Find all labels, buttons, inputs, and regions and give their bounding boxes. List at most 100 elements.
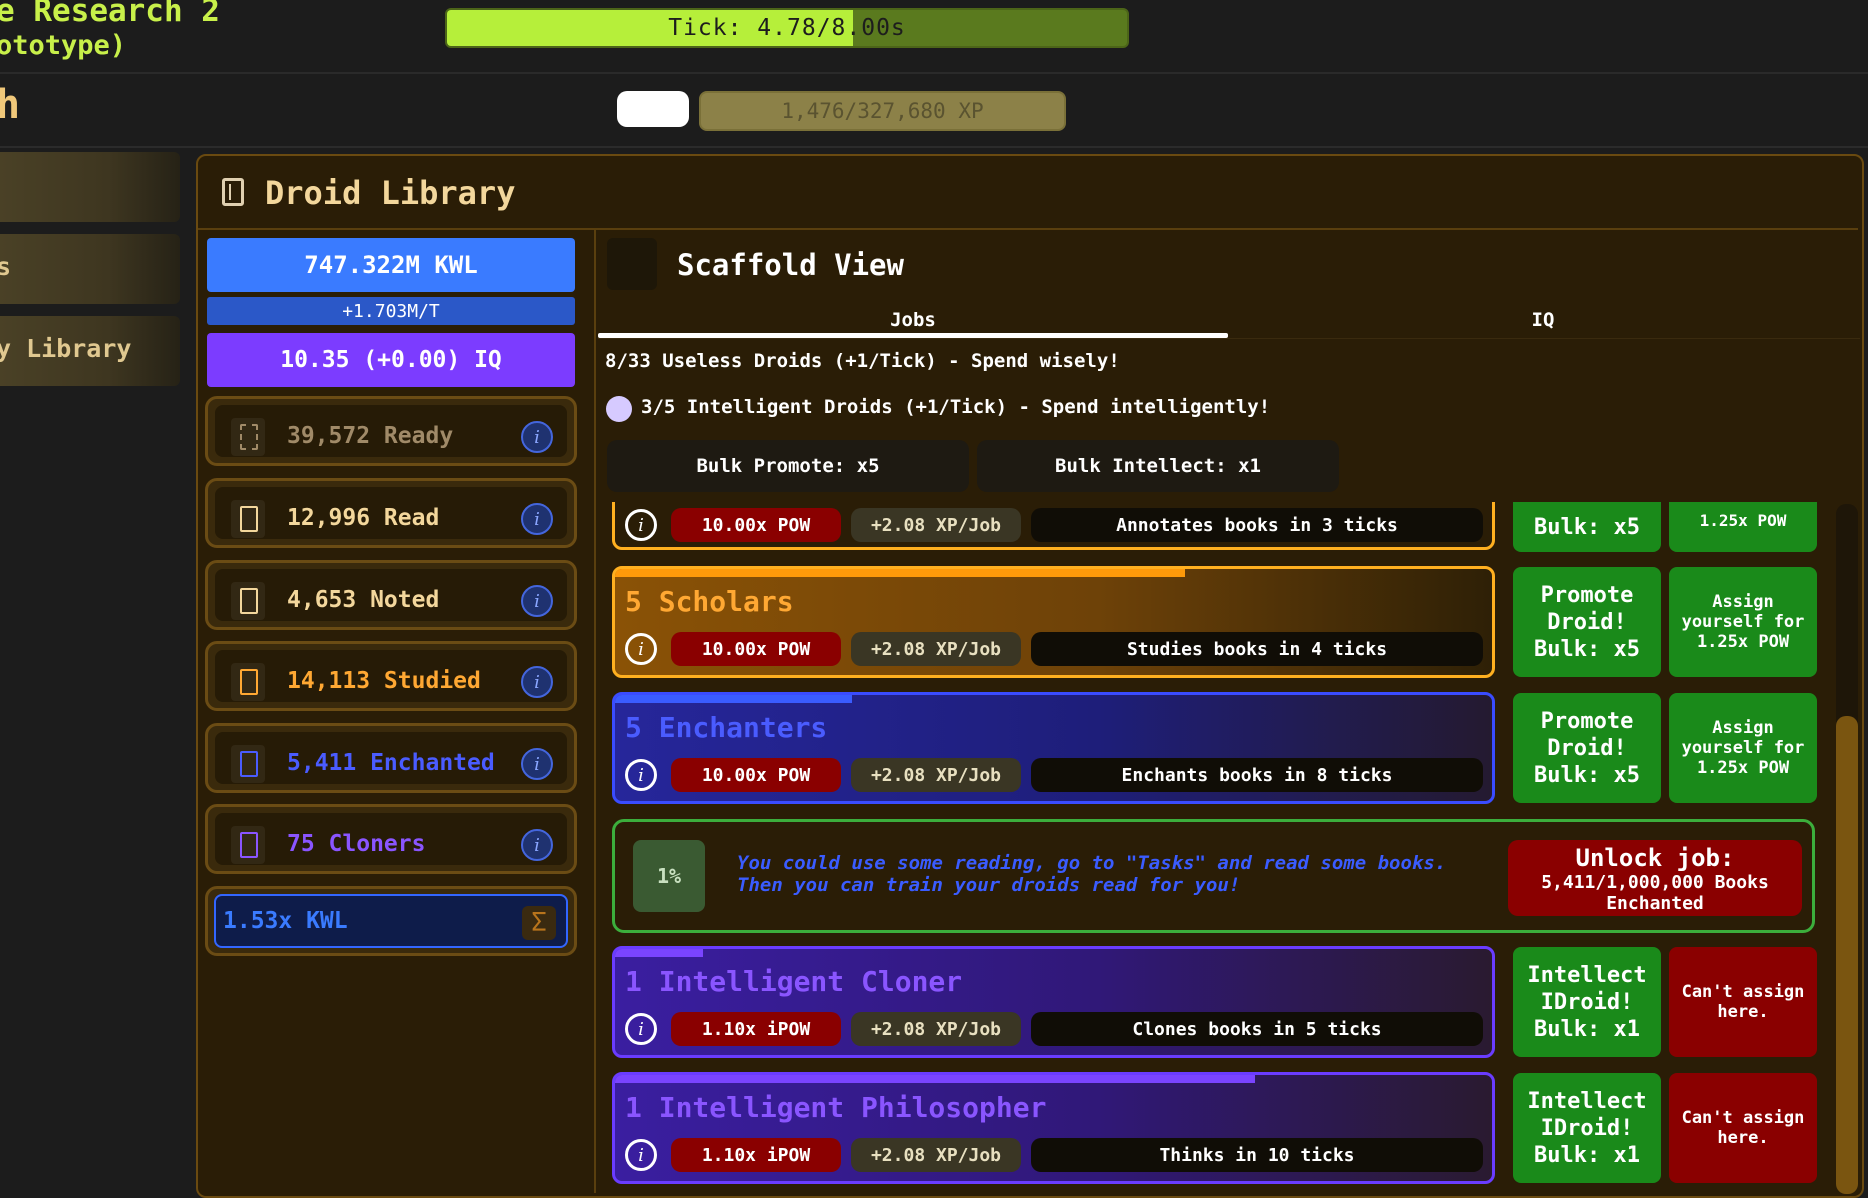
promote-droid-button[interactable]: Promote Droid! Bulk: x5: [1513, 693, 1661, 803]
page-glyph: [240, 588, 258, 614]
bulk-intellect-button[interactable]: Bulk Intellect: x1: [977, 440, 1339, 492]
resource-row: 14,113 Studied i: [205, 641, 577, 711]
info-icon[interactable]: i: [521, 666, 553, 698]
pow-badge: 10.00x POW: [671, 632, 841, 666]
resource-label: 14,113 Studied: [287, 668, 481, 694]
info-icon[interactable]: i: [521, 503, 553, 535]
sigma-icon[interactable]: Σ: [522, 906, 556, 940]
assign-yourself-button[interactable]: Assign yourself for 1.25x POW: [1669, 567, 1817, 677]
info-icon[interactable]: i: [625, 509, 657, 541]
resource-label: 75 Cloners: [287, 831, 426, 857]
unlock-job-button[interactable]: Unlock job: 5,411/1,000,000 Books Enchan…: [1508, 840, 1802, 916]
promote-droid-button[interactable]: Bulk: x5: [1513, 502, 1661, 552]
nav-item-label: s: [0, 252, 12, 281]
job-progress: [615, 949, 703, 957]
enchanted-book-icon: [231, 745, 265, 783]
pow-badge: 1.10x iPOW: [671, 1138, 841, 1172]
resource-label: 12,996 Read: [287, 505, 440, 531]
resource-row-inner: 5,411 Enchanted i: [215, 732, 567, 784]
locked-job-hint: 1% You could use some reading, go to "Ta…: [612, 819, 1815, 933]
resource-label: 39,572 Ready: [287, 423, 454, 449]
cant-assign-button[interactable]: Can't assign here.: [1669, 947, 1817, 1057]
info-icon[interactable]: i: [521, 829, 553, 861]
pow-badge: 1.10x iPOW: [671, 1012, 841, 1046]
scaffold-title: Scaffold View: [677, 248, 904, 282]
dashed-page-icon: [231, 418, 265, 456]
promote-droid-button[interactable]: Promote Droid! Bulk: x5: [1513, 567, 1661, 677]
job-row-enchanters: 5 Enchanters i 10.00x POW +2.08 XP/Job E…: [612, 692, 1495, 804]
unlock-title: Unlock job:: [1575, 844, 1735, 872]
unlock-requirement: 5,411/1,000,000 Books Enchanted: [1541, 872, 1769, 914]
job-title: 5 Scholars: [625, 585, 794, 618]
jobs-scrollbar-thumb[interactable]: [1836, 716, 1858, 1194]
info-icon[interactable]: i: [625, 1013, 657, 1045]
useless-droids-text: 8/33 Useless Droids (+1/Tick) - Spend wi…: [605, 350, 1120, 372]
job-title: 1 Intelligent Philosopher: [625, 1091, 1047, 1124]
job-description: Thinks in 10 ticks: [1031, 1138, 1483, 1172]
xp-badge: +2.08 XP/Job: [851, 1012, 1021, 1046]
iq-counter: 10.35 (+0.00) IQ: [207, 333, 575, 387]
resource-row-inner: 4,653 Noted i: [215, 569, 567, 621]
notebook-icon: [231, 582, 265, 620]
kwl-rate: +1.703M/T: [207, 297, 575, 325]
job-progress: [615, 569, 1186, 577]
resource-row: 5,411 Enchanted i: [205, 723, 577, 793]
job-description: Studies books in 4 ticks: [1031, 632, 1483, 666]
page-glyph: [240, 424, 258, 450]
nav-item-label: y Library: [0, 334, 132, 363]
section-title: h: [0, 82, 21, 128]
intellect-droid-button[interactable]: Intellect IDroid! Bulk: x1: [1513, 1073, 1661, 1183]
info-icon[interactable]: i: [521, 748, 553, 780]
info-icon[interactable]: i: [625, 633, 657, 665]
job-row-intelligent-cloner: 1 Intelligent Cloner i 1.10x iPOW +2.08 …: [612, 946, 1495, 1058]
resource-row: 4,653 Noted i: [205, 560, 577, 630]
info-icon[interactable]: i: [625, 1139, 657, 1171]
page-glyph: [240, 751, 258, 777]
assign-yourself-button[interactable]: 1.25x POW: [1669, 502, 1817, 552]
job-progress: [615, 1075, 1256, 1083]
xp-badge: +2.08 XP/Job: [851, 632, 1021, 666]
resource-row-inner: 39,572 Ready i: [215, 405, 567, 457]
checked-book-icon: [231, 500, 265, 538]
xp-badge: +2.08 XP/Job: [851, 1138, 1021, 1172]
game-title: e Research 2: [0, 0, 220, 29]
active-tab-indicator: [598, 333, 1228, 338]
tick-text: Tick: 4.78/8.00s: [668, 15, 906, 41]
assign-yourself-button[interactable]: Assign yourself for 1.25x POW: [1669, 693, 1817, 803]
job-progress: [615, 695, 852, 703]
info-icon[interactable]: i: [625, 759, 657, 791]
resource-row-inner: 75 Cloners i: [215, 813, 567, 865]
magnify-book-icon: [231, 663, 265, 701]
kwl-counter: 747.322M KWL: [207, 238, 575, 292]
intellect-droid-button[interactable]: Intellect IDroid! Bulk: x1: [1513, 947, 1661, 1057]
level-pill[interactable]: [617, 91, 689, 127]
info-icon[interactable]: i: [521, 585, 553, 617]
cant-assign-button[interactable]: Can't assign here.: [1669, 1073, 1817, 1183]
intelligent-droid-dot: [606, 396, 632, 422]
job-title: 1 Intelligent Cloner: [625, 965, 963, 998]
page-glyph: [240, 506, 258, 532]
nav-item-library[interactable]: y Library: [0, 316, 180, 386]
nav-item-2[interactable]: s: [0, 234, 180, 304]
tablet-icon: [231, 826, 265, 864]
info-icon[interactable]: i: [521, 421, 553, 453]
nav-item-1[interactable]: [0, 152, 180, 222]
resource-row-inner: 14,113 Studied i: [215, 650, 567, 702]
scaffold-icon: [607, 238, 657, 290]
intelligent-droids-text: 3/5 Intelligent Droids (+1/Tick) - Spend…: [641, 396, 1271, 418]
job-description: Annotates books in 3 ticks: [1031, 508, 1483, 542]
job-description: Clones books in 5 ticks: [1031, 1012, 1483, 1046]
job-row: i 10.00x POW +2.08 XP/Job Annotates book…: [612, 502, 1495, 550]
job-row-scholars: 5 Scholars i 10.00x POW +2.08 XP/Job Stu…: [612, 566, 1495, 678]
resource-row: 39,572 Ready i: [205, 396, 577, 466]
left-nav: s y Library: [0, 152, 190, 1195]
game-subtitle: ototype): [0, 30, 127, 61]
page-glyph: [240, 669, 258, 695]
bulk-promote-button[interactable]: Bulk Promote: x5: [607, 440, 969, 492]
pow-badge: 10.00x POW: [671, 758, 841, 792]
pow-badge: 10.00x POW: [671, 508, 841, 542]
resource-row-inner: 12,996 Read i: [215, 487, 567, 539]
tick-progress-bar: Tick: 4.78/8.00s: [445, 8, 1129, 48]
tab-iq[interactable]: IQ: [1228, 300, 1858, 340]
xp-bar: 1,476/327,680 XP: [699, 91, 1066, 131]
